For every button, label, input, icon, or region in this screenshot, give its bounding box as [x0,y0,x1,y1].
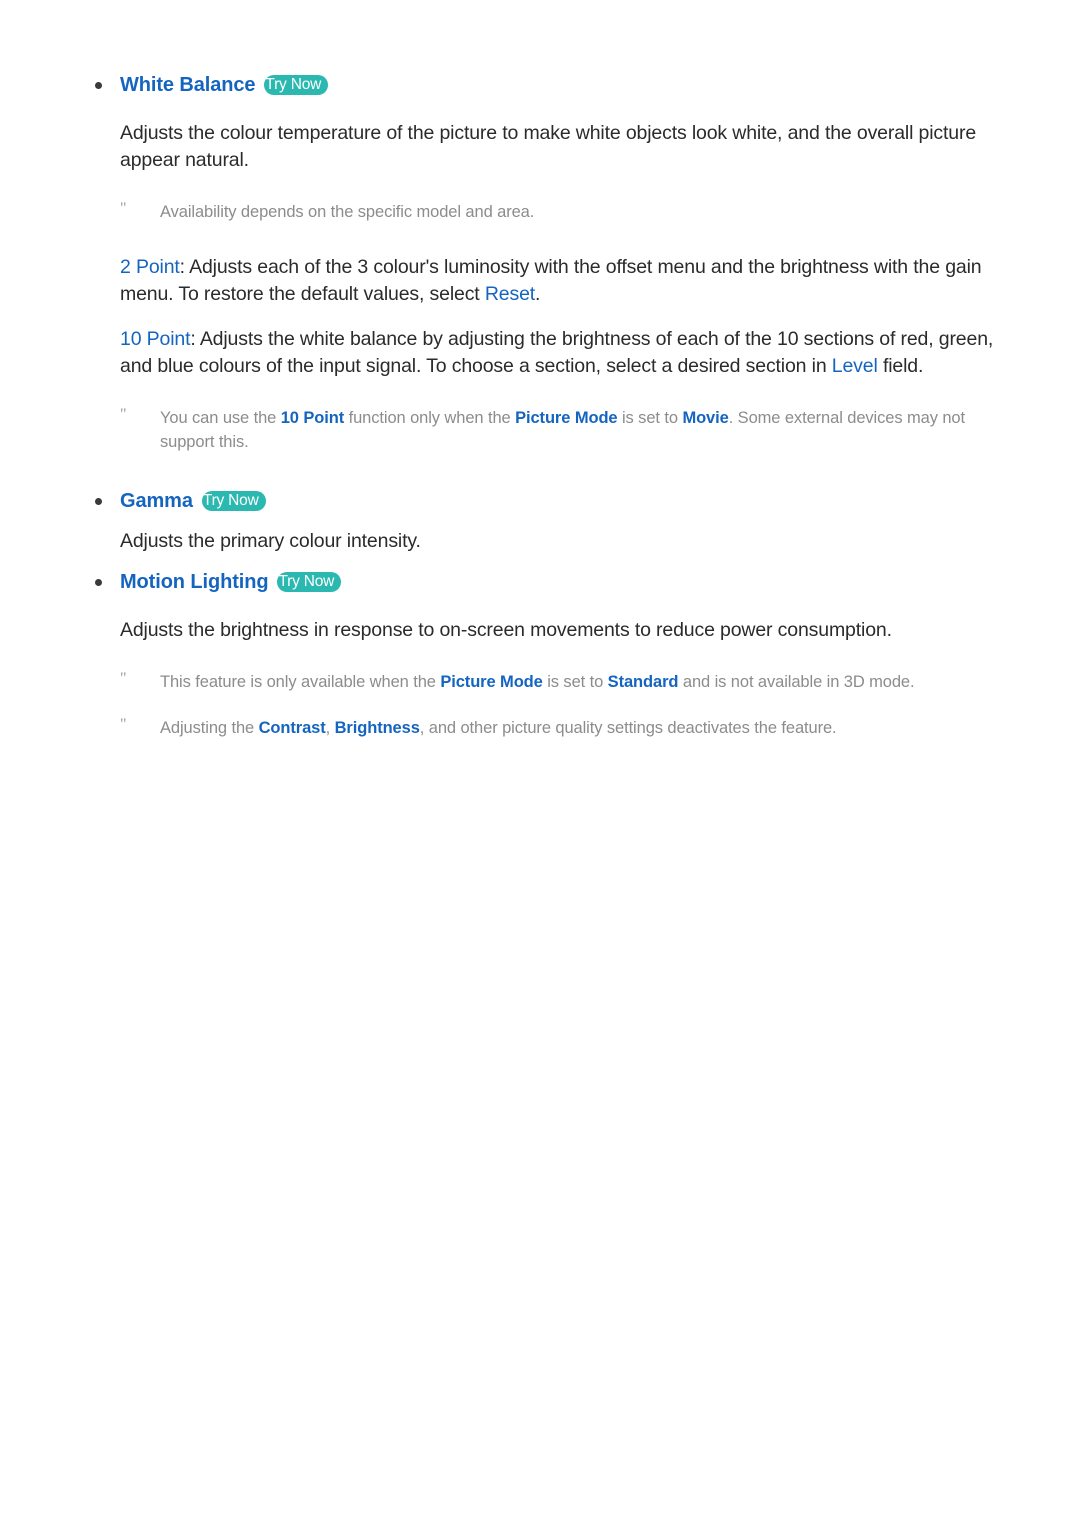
level-link[interactable]: Level [832,355,878,377]
note-text-1: Adjusting the [160,719,259,737]
note-text-1: You can use the [160,409,281,427]
try-now-badge[interactable]: Try Now [264,75,329,95]
paragraph-ten-point: 10 Point: Adjusts the white balance by a… [0,326,1080,380]
note-text-2: function only when the [344,409,516,427]
two-point-text-1: : Adjusts each of the 3 colour's luminos… [120,256,982,305]
note-term-picture-mode: Picture Mode [515,409,618,427]
note-term-movie: Movie [682,409,729,427]
try-now-badge[interactable]: Try Now [201,491,266,511]
note-text-3: is set to [617,409,683,427]
note-motion-lighting-2: " Adjusting the Contrast, Brightness, and… [0,716,1080,740]
note-text-2: , [325,719,335,737]
note-term-ten-point: 10 Point [280,409,345,427]
note-term-contrast: Contrast [258,719,326,737]
note-motion-lighting-1: " This feature is only available when the… [0,670,1080,694]
note-text-2: is set to [542,673,608,691]
note-text: Availability depends on the specific mod… [160,203,535,221]
bullet-dot-icon [95,579,102,586]
page-content: White Balance Try Now Adjusts the colour… [0,0,1080,740]
ten-point-text-2: field. [877,355,924,377]
section-heading-motion-lighting: Motion Lighting Try Now [0,569,1080,595]
ten-point-label: 10 Point [120,328,191,350]
note-quote-marker-icon: " [120,716,127,733]
two-point-label: 2 Point [120,256,180,278]
note-term-picture-mode: Picture Mode [440,673,543,691]
note-term-standard: Standard [607,673,679,691]
note-term-brightness: Brightness [334,719,420,737]
section-title: White Balance [120,73,256,96]
note-text-1: This feature is only available when the [160,673,441,691]
description-text: Adjusts the brightness in response to on… [120,619,892,641]
description-text: Adjusts the primary colour intensity. [120,530,421,552]
section-title: Gamma [120,489,193,512]
section-title: Motion Lighting [120,570,269,593]
note-ten-point: " You can use the 10 Point function only … [0,406,1080,454]
document-page: White Balance Try Now Adjusts the colour… [0,0,1080,1527]
note-text-3: and is not available in 3D mode. [678,673,915,691]
motion-lighting-description: Adjusts the brightness in response to on… [0,617,1080,644]
two-point-text-2: . [535,283,541,305]
description-text: Adjusts the colour temperature of the pi… [120,122,977,171]
note-text-3: , and other picture quality settings dea… [419,719,837,737]
bullet-dot-icon [95,498,102,505]
paragraph-two-point: 2 Point: Adjusts each of the 3 colour's … [0,254,1080,308]
bullet-dot-icon [95,82,102,89]
try-now-badge[interactable]: Try Now [277,572,342,592]
note-quote-marker-icon: " [120,200,127,217]
note-quote-marker-icon: " [120,406,127,423]
gamma-description: Adjusts the primary colour intensity. [0,528,1080,555]
section-heading-white-balance: White Balance Try Now [0,72,1080,98]
note-white-balance-availability: " Availability depends on the specific m… [0,200,1080,224]
white-balance-description: Adjusts the colour temperature of the pi… [0,120,1080,174]
section-heading-gamma: Gamma Try Now [0,488,1080,514]
note-quote-marker-icon: " [120,670,127,687]
reset-link[interactable]: Reset [485,283,535,305]
